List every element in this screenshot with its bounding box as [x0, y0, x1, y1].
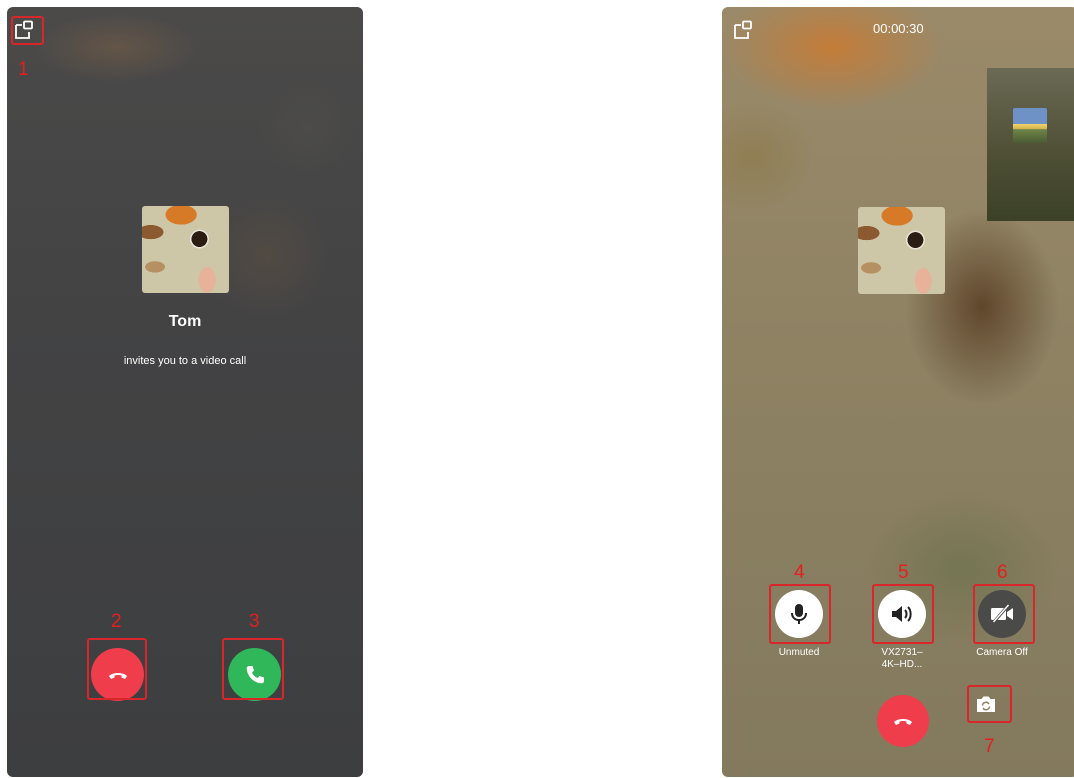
- annotation-box-4: [769, 584, 831, 644]
- minimize-window-icon[interactable]: [732, 19, 754, 41]
- annotation-number-3: 3: [249, 611, 260, 632]
- annotation-box-1: [11, 16, 44, 45]
- annotation-number-6: 6: [997, 562, 1008, 583]
- remote-avatar: [858, 207, 945, 294]
- speaker-device-line2: 4K–HD...: [881, 659, 923, 670]
- camera-status-label: Camera Off: [976, 647, 1028, 658]
- caller-name: Tom: [168, 313, 202, 330]
- annotation-box-2: [87, 638, 147, 700]
- annotation-box-5: [872, 584, 934, 644]
- annotation-number-2: 2: [111, 611, 122, 632]
- annotation-box-7: [967, 685, 1012, 723]
- annotation-number-5: 5: [898, 562, 909, 583]
- local-video-preview[interactable]: [987, 68, 1074, 221]
- caller-avatar: [142, 206, 229, 293]
- annotation-box-3: [222, 638, 284, 700]
- hangup-button[interactable]: [877, 695, 929, 747]
- call-timer: 00:00:30: [873, 21, 924, 36]
- annotation-box-6: [973, 584, 1035, 644]
- phone-hangup-icon: [894, 719, 912, 725]
- speaker-device-line1: VX2731–: [881, 647, 923, 658]
- invite-text: invites you to a video call: [123, 355, 247, 367]
- microphone-status-label: Unmuted: [778, 647, 820, 658]
- active-call-screen: 00:00:30 Unmuted VX2731– 4K–HD... Camera…: [722, 7, 1074, 777]
- annotation-number-1: 1: [18, 59, 29, 80]
- annotation-number-4: 4: [794, 562, 805, 583]
- annotation-number-7: 7: [984, 736, 995, 757]
- local-video-thumbnail: [1013, 108, 1047, 143]
- incoming-call-screen: Tom invites you to a video call: [7, 7, 363, 777]
- speaker-device-label: VX2731– 4K–HD...: [852, 647, 952, 671]
